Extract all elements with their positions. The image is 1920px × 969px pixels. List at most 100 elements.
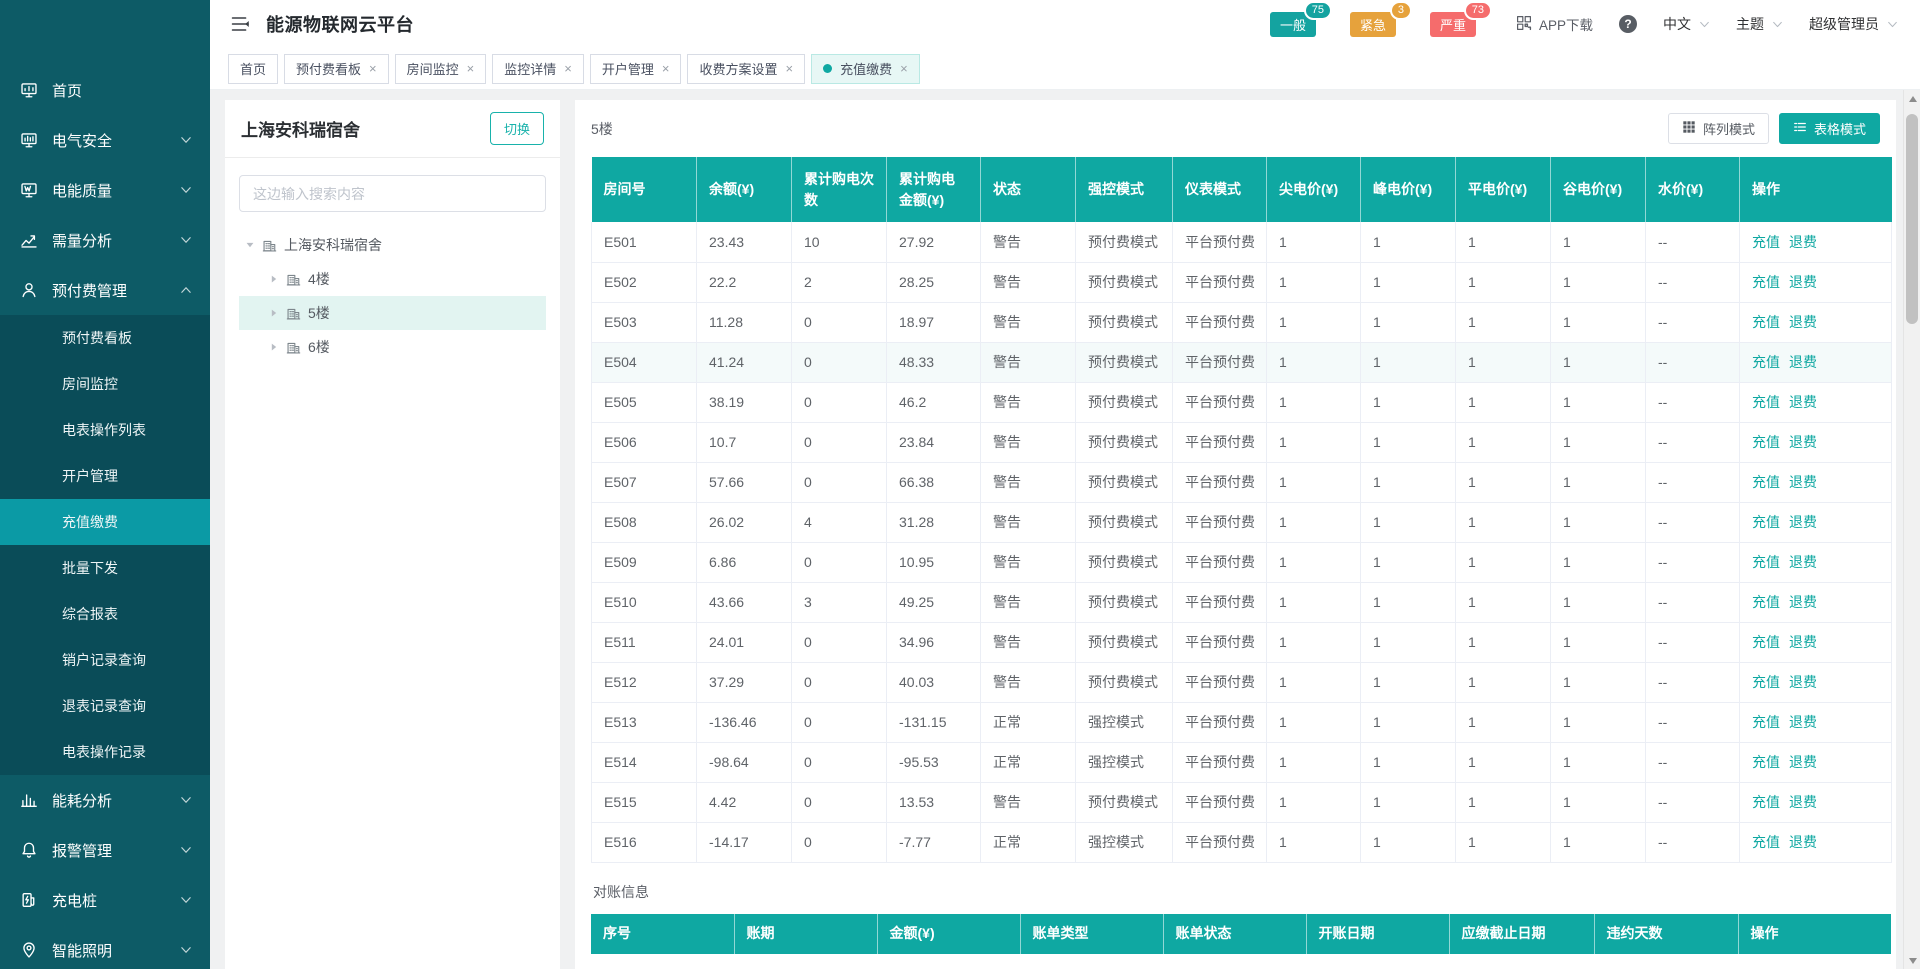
recharge-link[interactable]: 充值 [1752,634,1780,650]
help-icon[interactable]: ? [1619,15,1637,33]
sidebar-item-电能质量[interactable]: 电能质量 [0,165,210,215]
view-button-表格模式[interactable]: 表格模式 [1779,113,1880,144]
refund-link[interactable]: 退费 [1789,754,1817,770]
sidebar-item-首页[interactable]: 首页 [0,65,210,115]
sidebar-collapse-icon[interactable] [230,14,250,34]
language-dropdown[interactable]: 中文 [1663,14,1710,34]
app-download-button[interactable]: APP下载 [1516,14,1593,34]
alarm-badge-紧急[interactable]: 紧急3 [1350,12,1396,37]
refund-link[interactable]: 退费 [1789,314,1817,330]
recharge-link[interactable]: 充值 [1752,314,1780,330]
scroll-up-button[interactable] [1904,90,1920,107]
cell-仪表模式: 平台预付费 [1173,302,1267,342]
recharge-link[interactable]: 充值 [1752,514,1780,530]
sidebar-subitem-综合报表[interactable]: 综合报表 [0,591,210,637]
refund-link[interactable]: 退费 [1789,274,1817,290]
refund-link[interactable]: 退费 [1789,594,1817,610]
tree-search-input[interactable] [239,175,546,212]
alarm-badge-严重[interactable]: 严重73 [1430,12,1476,37]
app-window: 首页电气安全电能质量需量分析预付费管理预付费看板房间监控电表操作列表开户管理充值… [0,0,1920,969]
refund-link[interactable]: 退费 [1789,714,1817,730]
tree-node-label: 上海安科瑞宿舍 [284,235,382,255]
sidebar-subitem-开户管理[interactable]: 开户管理 [0,453,210,499]
tree-node-5楼[interactable]: 5楼 [239,296,546,330]
recharge-link[interactable]: 充值 [1752,474,1780,490]
building-tree: 上海安科瑞宿舍 4楼5楼6楼 [239,228,546,364]
cell-房间号: E508 [592,502,697,542]
refund-link[interactable]: 退费 [1789,434,1817,450]
cell-尖电价(¥): 1 [1267,782,1361,822]
close-icon[interactable]: × [662,62,670,75]
sidebar-subitem-批量下发[interactable]: 批量下发 [0,545,210,591]
user-dropdown[interactable]: 超级管理员 [1809,14,1898,34]
sidebar-item-报警管理[interactable]: 报警管理 [0,825,210,875]
recharge-link[interactable]: 充值 [1752,434,1780,450]
tab-充值缴费[interactable]: 充值缴费× [811,54,920,84]
sidebar-item-需量分析[interactable]: 需量分析 [0,215,210,265]
view-button-阵列模式[interactable]: 阵列模式 [1668,113,1769,144]
recharge-link[interactable]: 充值 [1752,714,1780,730]
theme-dropdown[interactable]: 主题 [1736,14,1783,34]
refund-link[interactable]: 退费 [1789,634,1817,650]
close-icon[interactable]: × [369,62,377,75]
tab-首页[interactable]: 首页 [228,54,278,84]
refund-link[interactable]: 退费 [1789,554,1817,570]
close-icon[interactable]: × [467,62,475,75]
refund-link[interactable]: 退费 [1789,474,1817,490]
recharge-link[interactable]: 充值 [1752,234,1780,250]
sidebar-subitem-电表操作记录[interactable]: 电表操作记录 [0,729,210,775]
tree-node-6楼[interactable]: 6楼 [239,330,546,364]
alarm-badge-一般[interactable]: 一般75 [1270,12,1316,37]
recharge-link[interactable]: 充值 [1752,834,1780,850]
sidebar-item-电气安全[interactable]: 电气安全 [0,115,210,165]
tab-监控详情[interactable]: 监控详情× [492,54,584,84]
scrollbar-thumb[interactable] [1906,114,1918,324]
switch-button[interactable]: 切换 [490,112,544,145]
close-icon[interactable]: × [900,62,908,75]
sidebar-subitem-房间监控[interactable]: 房间监控 [0,361,210,407]
cell-峰电价(¥): 1 [1361,702,1456,742]
close-icon[interactable]: × [785,62,793,75]
refund-link[interactable]: 退费 [1789,354,1817,370]
cell-操作: 充值退费 [1740,302,1892,342]
sidebar-item-预付费管理[interactable]: 预付费管理 [0,265,210,315]
tree-node-4楼[interactable]: 4楼 [239,262,546,296]
cell-累计购电次数: 0 [792,342,887,382]
sidebar-item-充电桩[interactable]: 充电桩 [0,875,210,925]
cell-累计购电金额(¥): 28.25 [887,262,981,302]
tab-收费方案设置[interactable]: 收费方案设置× [687,54,805,84]
cell-操作: 充值退费 [1740,822,1892,862]
sidebar-item-智能照明[interactable]: 智能照明 [0,925,210,969]
tree-node-root[interactable]: 上海安科瑞宿舍 [239,228,546,262]
cell-尖电价(¥): 1 [1267,702,1361,742]
cell-水价(¥): -- [1646,702,1740,742]
sidebar-subitem-销户记录查询[interactable]: 销户记录查询 [0,637,210,683]
refund-link[interactable]: 退费 [1789,674,1817,690]
sidebar-item-能耗分析[interactable]: 能耗分析 [0,775,210,825]
recharge-link[interactable]: 充值 [1752,554,1780,570]
refund-link[interactable]: 退费 [1789,794,1817,810]
cell-余额(¥): 11.28 [697,302,792,342]
refund-link[interactable]: 退费 [1789,514,1817,530]
sidebar-subitem-预付费看板[interactable]: 预付费看板 [0,315,210,361]
scroll-down-button[interactable] [1904,952,1920,969]
recharge-link[interactable]: 充值 [1752,594,1780,610]
sidebar-subitem-电表操作列表[interactable]: 电表操作列表 [0,407,210,453]
recharge-link[interactable]: 充值 [1752,274,1780,290]
rooms-table: 房间号余额(¥)累计购电次数累计购电金额(¥)状态强控模式仪表模式尖电价(¥)峰… [591,157,1892,863]
recharge-link[interactable]: 充值 [1752,674,1780,690]
refund-link[interactable]: 退费 [1789,394,1817,410]
close-icon[interactable]: × [564,62,572,75]
tab-房间监控[interactable]: 房间监控× [395,54,487,84]
sidebar-subitem-退表记录查询[interactable]: 退表记录查询 [0,683,210,729]
cell-谷电价(¥): 1 [1551,622,1646,662]
sidebar-subitem-充值缴费[interactable]: 充值缴费 [0,499,210,545]
recharge-link[interactable]: 充值 [1752,754,1780,770]
recharge-link[interactable]: 充值 [1752,354,1780,370]
tab-开户管理[interactable]: 开户管理× [590,54,682,84]
recharge-link[interactable]: 充值 [1752,794,1780,810]
refund-link[interactable]: 退费 [1789,234,1817,250]
refund-link[interactable]: 退费 [1789,834,1817,850]
recharge-link[interactable]: 充值 [1752,394,1780,410]
tab-预付费看板[interactable]: 预付费看板× [284,54,389,84]
